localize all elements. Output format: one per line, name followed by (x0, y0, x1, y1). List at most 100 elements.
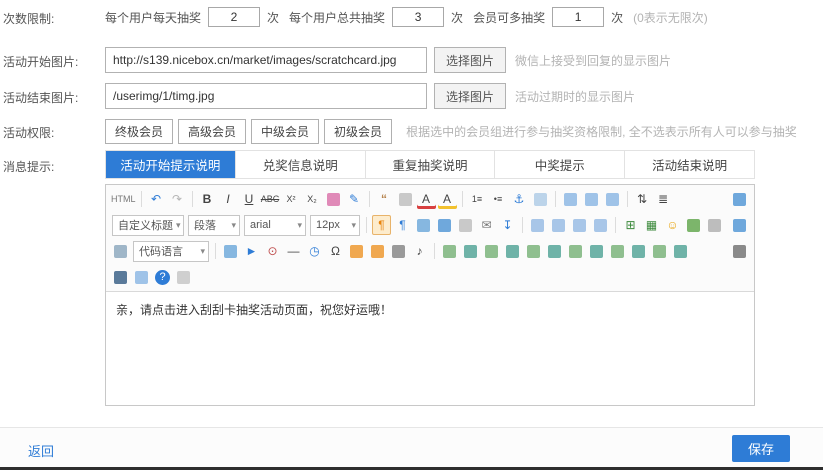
highlight-color-icon[interactable]: A (438, 189, 457, 209)
icon-glyph (392, 245, 405, 258)
merge-cells-icon[interactable] (524, 241, 543, 261)
ordered-list-icon[interactable]: 1≡ (468, 189, 487, 209)
split-rows-icon[interactable] (587, 241, 606, 261)
find-replace-icon[interactable] (111, 267, 130, 287)
music-icon[interactable]: ♪ (410, 241, 429, 261)
align-image-right-icon[interactable] (603, 189, 622, 209)
search-code-icon[interactable] (111, 241, 130, 261)
insert-row-icon[interactable] (440, 241, 459, 261)
align-justify-icon[interactable] (591, 215, 610, 235)
member-junior-button[interactable]: 初级会员 (324, 119, 392, 144)
email-icon[interactable]: ✉ (477, 215, 496, 235)
tab-activity-start-note[interactable]: 活动开始提示说明 (106, 151, 235, 178)
back-link[interactable]: 返回 (28, 441, 54, 460)
toolbar-separator (366, 217, 367, 233)
superscript-icon[interactable]: X² (282, 189, 301, 209)
paragraph-format-select[interactable]: 段落▾ (188, 215, 240, 236)
chevron-down-icon: ▾ (176, 220, 181, 231)
drafts-icon[interactable] (174, 267, 193, 287)
blockquote-icon[interactable]: “ (375, 189, 394, 209)
code-language-select[interactable]: 代码语言▾ (133, 241, 209, 262)
save-button[interactable]: 保存 (732, 435, 790, 462)
member-senior-button[interactable]: 高级会员 (178, 119, 246, 144)
font-size-select[interactable]: 12px▾ (310, 215, 360, 236)
end-image-url-input[interactable] (105, 83, 427, 109)
underline-icon[interactable]: U (240, 189, 259, 209)
date-time-icon[interactable]: ◷ (305, 241, 324, 261)
eraser-icon[interactable] (324, 189, 343, 209)
scroll-screen-icon[interactable] (730, 215, 749, 235)
unordered-list-icon[interactable]: •≡ (489, 189, 508, 209)
daily-draw-limit-input[interactable] (208, 7, 260, 27)
strikethrough-icon[interactable]: ABC (261, 189, 280, 209)
total-draw-limit-input[interactable] (392, 7, 444, 27)
chevron-down-icon: ▾ (297, 220, 302, 231)
delete-col-icon[interactable] (503, 241, 522, 261)
bold-icon[interactable]: B (198, 189, 217, 209)
tab-activity-end-note[interactable]: 活动结束说明 (624, 151, 754, 178)
delete-row-icon[interactable] (482, 241, 501, 261)
member-ultimate-button[interactable]: 终极会员 (105, 119, 173, 144)
gallery-icon[interactable] (368, 241, 387, 261)
italic-icon[interactable]: I (219, 189, 238, 209)
subscript-icon[interactable]: X₂ (303, 189, 322, 209)
word-image-icon[interactable] (414, 215, 433, 235)
html-source-icon[interactable]: HTML (111, 189, 136, 209)
table-props-icon[interactable] (671, 241, 690, 261)
map-icon[interactable] (684, 215, 703, 235)
download-icon[interactable]: ↧ (498, 215, 517, 235)
unlink-icon[interactable] (456, 215, 475, 235)
emoji-icon[interactable]: ☺ (663, 215, 682, 235)
indent-icon[interactable] (221, 241, 240, 261)
editor-content-area[interactable]: 亲，请点击进入刮刮卡抽奖活动页面，祝您好运哦！ (106, 292, 754, 405)
page-break-icon[interactable] (705, 215, 724, 235)
font-color-icon[interactable]: A (417, 189, 436, 209)
split-cols-icon[interactable] (608, 241, 627, 261)
member-extra-draw-input[interactable] (552, 7, 604, 27)
video-icon[interactable]: ► (242, 241, 261, 261)
start-image-pick-button[interactable]: 选择图片 (434, 47, 506, 73)
sort-table-icon[interactable] (650, 241, 669, 261)
insert-frame-icon[interactable] (531, 189, 550, 209)
redo-icon[interactable]: ↷ (168, 189, 187, 209)
insert-col-icon[interactable] (461, 241, 480, 261)
align-right-icon[interactable] (570, 215, 589, 235)
line-height-icon[interactable]: ⇅ (633, 189, 652, 209)
font-family-select[interactable]: arial▾ (244, 215, 306, 236)
table-grid-icon[interactable]: ▦ (642, 215, 661, 235)
paragraph-mark-icon[interactable]: ¶ (372, 215, 391, 235)
fullscreen-icon[interactable] (730, 189, 749, 209)
attachment-icon[interactable] (389, 241, 408, 261)
paragraph-spacing-icon[interactable]: ≣ (654, 189, 673, 209)
help-icon[interactable]: ? (155, 270, 170, 285)
end-image-pick-button[interactable]: 选择图片 (434, 83, 506, 109)
merge-right-icon[interactable] (545, 241, 564, 261)
tab-repeat-draw-note[interactable]: 重复抽奖说明 (365, 151, 495, 178)
align-image-left-icon[interactable] (561, 189, 580, 209)
align-center-icon[interactable] (549, 215, 568, 235)
print-icon[interactable] (730, 241, 749, 261)
remove-format-icon[interactable] (396, 189, 415, 209)
insert-table-icon[interactable]: ⊞ (621, 215, 640, 235)
custom-title-select[interactable]: 自定义标题▾ (112, 215, 184, 236)
screenshot-icon[interactable]: ⊙ (263, 241, 282, 261)
align-left-icon[interactable] (528, 215, 547, 235)
text-direction-icon[interactable]: ¶ (393, 215, 412, 235)
delete-table-icon[interactable] (629, 241, 648, 261)
member-intermediate-button[interactable]: 中级会员 (251, 119, 319, 144)
undo-icon[interactable]: ↶ (147, 189, 166, 209)
anchor-icon[interactable]: ⚓ (510, 189, 529, 209)
format-painter-icon[interactable]: ✎ (345, 189, 364, 209)
link-icon[interactable] (435, 215, 454, 235)
special-char-icon[interactable]: Ω (326, 241, 345, 261)
tab-redeem-info-note[interactable]: 兑奖信息说明 (235, 151, 365, 178)
preview-icon[interactable] (132, 267, 151, 287)
tab-win-note[interactable]: 中奖提示 (494, 151, 624, 178)
align-image-center-icon[interactable] (582, 189, 601, 209)
horizontal-rule-icon[interactable]: — (284, 241, 303, 261)
start-image-url-input[interactable] (105, 47, 427, 73)
merge-down-icon[interactable] (566, 241, 585, 261)
icon-glyph (438, 219, 451, 232)
toolbar-row: 自定义标题▾段落▾arial▾12px▾ ¶¶ ✉↧ ⊞▦☺ (108, 212, 752, 238)
insert-image-icon[interactable] (347, 241, 366, 261)
